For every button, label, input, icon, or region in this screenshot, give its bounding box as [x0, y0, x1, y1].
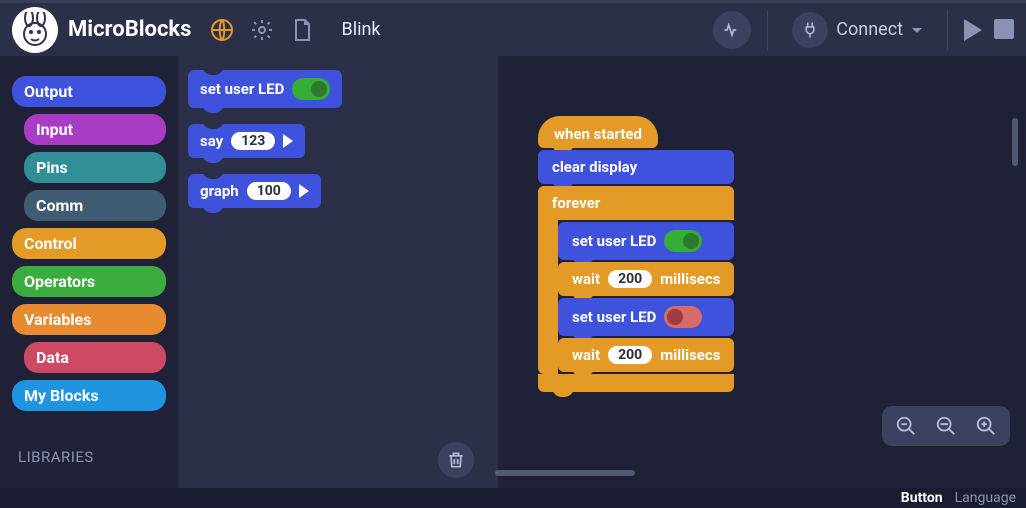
script-canvas[interactable]: when started clear display forever set u… — [498, 56, 1026, 488]
block-wait-1[interactable]: wait 200 millisecs — [558, 262, 734, 296]
toolbar-divider — [947, 10, 948, 50]
block-label: set user LED — [572, 232, 656, 250]
zoom-reset-button[interactable] — [932, 412, 960, 440]
category-output[interactable]: Output — [12, 76, 166, 107]
palette-block-say[interactable]: say 123 — [188, 124, 305, 158]
block-set-user-led-off[interactable]: set user LED — [558, 298, 734, 336]
connect-label: Connect — [836, 19, 903, 40]
toolbar-divider — [767, 10, 768, 50]
category-control[interactable]: Control — [12, 228, 166, 259]
wait-value[interactable]: 200 — [608, 270, 652, 288]
zoom-in-button[interactable] — [972, 412, 1000, 440]
category-pins[interactable]: Pins — [24, 152, 166, 183]
top-toolbar: MicroBlocks Blink Connect — [0, 0, 1026, 56]
block-label: wait — [572, 346, 600, 364]
footer-button[interactable]: Button — [901, 490, 943, 506]
block-unit: millisecs — [660, 346, 720, 364]
block-label: graph — [200, 182, 239, 200]
block-label: wait — [572, 270, 600, 288]
script-stack[interactable]: when started clear display forever set u… — [538, 116, 734, 392]
block-set-user-led-on[interactable]: set user LED — [558, 222, 734, 260]
zoom-controls — [882, 406, 1010, 446]
toggle-off-icon[interactable] — [664, 306, 702, 328]
file-icon[interactable] — [287, 15, 317, 45]
stop-button[interactable] — [994, 19, 1014, 39]
block-label: set user LED — [200, 80, 284, 98]
palette-block-set-user-led[interactable]: set user LED — [188, 70, 342, 108]
hat-when-started[interactable]: when started — [538, 116, 658, 148]
trash-button[interactable] — [438, 442, 474, 478]
category-variables[interactable]: Variables — [12, 304, 166, 335]
app-name: MicroBlocks — [68, 17, 191, 42]
category-data[interactable]: Data — [24, 342, 166, 373]
connect-button[interactable]: Connect — [784, 12, 931, 48]
plug-icon — [792, 12, 828, 48]
toggle-on-icon[interactable] — [664, 230, 702, 252]
expand-icon[interactable] — [299, 184, 309, 198]
wait-value[interactable]: 200 — [608, 346, 652, 364]
category-operators[interactable]: Operators — [12, 266, 166, 297]
chevron-down-icon — [911, 24, 923, 36]
toggle-on-icon[interactable] — [292, 78, 330, 100]
block-label: say — [200, 132, 223, 150]
app-logo — [12, 7, 58, 53]
forever-label: forever — [538, 186, 734, 220]
zoom-out-button[interactable] — [892, 412, 920, 440]
block-clear-display[interactable]: clear display — [538, 150, 734, 184]
block-label: set user LED — [572, 308, 656, 326]
signal-button[interactable] — [713, 11, 751, 49]
say-value[interactable]: 123 — [231, 132, 275, 150]
graph-value[interactable]: 100 — [247, 182, 291, 200]
gear-icon[interactable] — [247, 15, 277, 45]
footer-language[interactable]: Language — [955, 490, 1016, 506]
main-area: Output Input Pins Comm Control Operators… — [0, 56, 1026, 488]
run-button[interactable] — [964, 19, 982, 41]
expand-icon[interactable] — [283, 134, 293, 148]
project-name: Blink — [341, 19, 380, 40]
block-wait-2[interactable]: wait 200 millisecs — [558, 338, 734, 372]
category-input[interactable]: Input — [24, 114, 166, 145]
block-palette: set user LED say 123 graph 100 — [178, 56, 498, 488]
block-label: clear display — [552, 158, 637, 176]
libraries-heading[interactable]: LIBRARIES — [12, 448, 166, 466]
globe-icon[interactable] — [207, 15, 237, 45]
vertical-scrollbar[interactable] — [1012, 118, 1018, 166]
palette-block-graph[interactable]: graph 100 — [188, 174, 321, 208]
status-bar: Button Language — [0, 488, 1026, 508]
block-forever[interactable]: forever set user LED wait 200 — [538, 186, 734, 392]
category-sidebar: Output Input Pins Comm Control Operators… — [0, 56, 178, 488]
category-comm[interactable]: Comm — [24, 190, 166, 221]
horizontal-scrollbar[interactable] — [495, 470, 635, 476]
category-myblocks[interactable]: My Blocks — [12, 380, 166, 411]
block-unit: millisecs — [660, 270, 720, 288]
